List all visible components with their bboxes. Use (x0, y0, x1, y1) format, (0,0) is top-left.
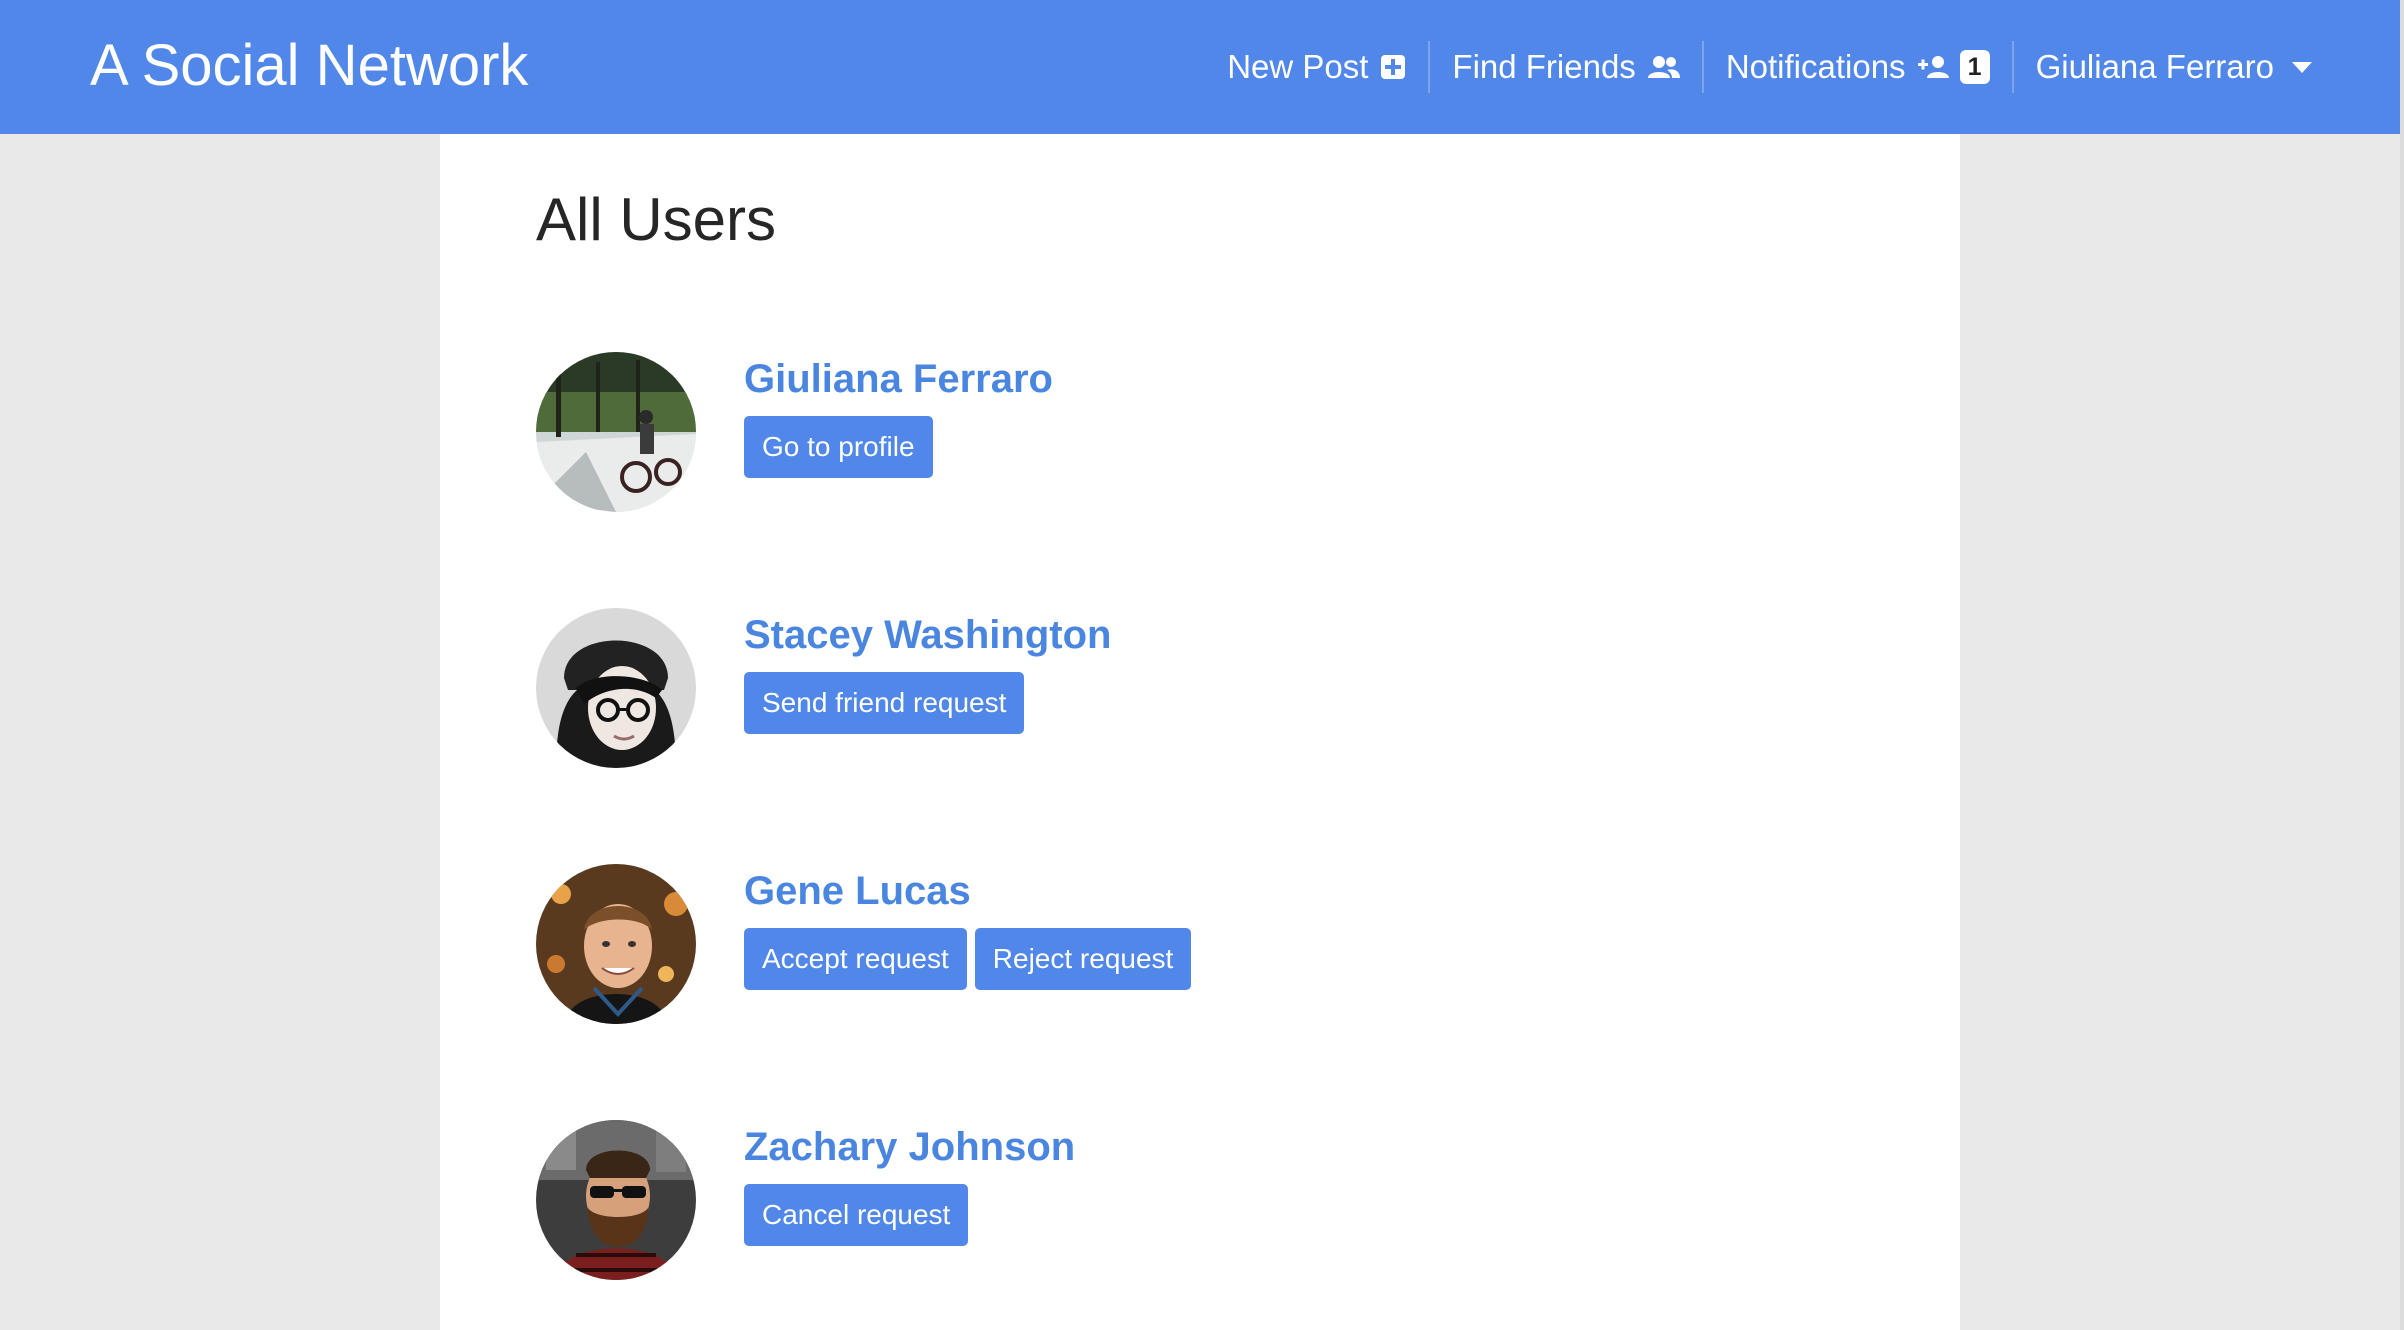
find-friends-link[interactable]: Find Friends (1430, 41, 1701, 93)
avatar (536, 608, 696, 768)
reject-request-button[interactable]: Reject request (974, 928, 1192, 990)
new-post-link[interactable]: New Post (1205, 41, 1428, 93)
user-actions: Accept request Reject request (744, 928, 1199, 990)
send-friend-request-button[interactable]: Send friend request (744, 672, 1025, 734)
user-actions: Go to profile (744, 416, 941, 478)
accept-request-button[interactable]: Accept request (744, 928, 967, 990)
user-list-item: Zachary Johnson Cancel request (536, 1120, 1836, 1282)
avatar (536, 1120, 696, 1280)
go-to-profile-button[interactable]: Go to profile (744, 416, 933, 478)
new-post-label: New Post (1227, 48, 1369, 85)
top-navbar: A Social Network New Post Find Friends N… (0, 0, 2404, 134)
cancel-request-button[interactable]: Cancel request (744, 1184, 969, 1246)
plus-square-icon (1380, 54, 1406, 80)
user-name-link[interactable]: Giuliana Ferraro (744, 354, 1053, 404)
notification-count-badge: 1 (1959, 50, 1990, 84)
avatar (536, 352, 696, 512)
user-menu-dropdown[interactable]: Giuliana Ferraro (2014, 41, 2334, 93)
people-icon (1647, 54, 1680, 80)
person-add-icon (1917, 54, 1950, 80)
user-name-link[interactable]: Gene Lucas (744, 866, 971, 916)
user-actions: Cancel request (744, 1184, 976, 1246)
user-actions: Send friend request (744, 672, 1032, 734)
window-edge (2400, 0, 2404, 1330)
notifications-label: Notifications (1725, 48, 1906, 85)
main-content: All Users Giuliana Ferraro Go to profile (440, 134, 1960, 1330)
user-name-link[interactable]: Zachary Johnson (744, 1122, 1075, 1172)
page-title: All Users (536, 186, 777, 253)
brand-link[interactable]: A Social Network (90, 28, 528, 104)
user-name-link[interactable]: Stacey Washington (744, 610, 1111, 660)
avatar (536, 864, 696, 1024)
user-list-item: Giuliana Ferraro Go to profile (536, 352, 1836, 514)
user-list-item: Gene Lucas Accept request Reject request (536, 864, 1836, 1026)
user-menu-label: Giuliana Ferraro (2035, 48, 2274, 85)
notifications-link[interactable]: Notifications 1 (1704, 41, 2012, 93)
caret-down-icon (2292, 61, 2312, 73)
find-friends-label: Find Friends (1452, 48, 1636, 85)
user-list-item: Stacey Washington Send friend request (536, 608, 1836, 770)
nav-items: New Post Find Friends Notifications 1 Gi… (1205, 0, 2334, 134)
